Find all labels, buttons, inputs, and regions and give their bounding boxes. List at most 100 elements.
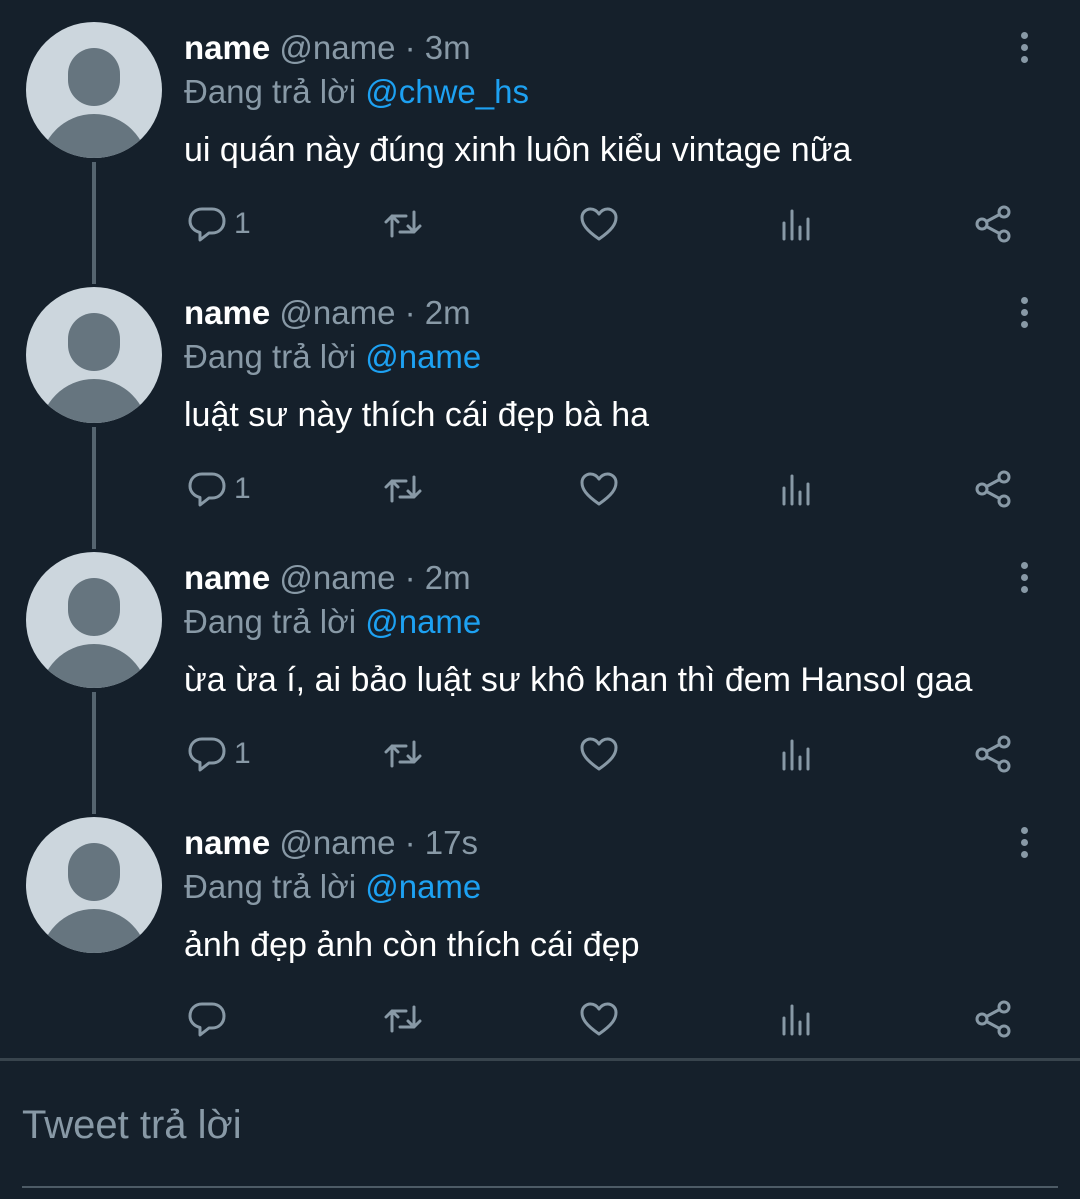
tweet[interactable]: name @name · 2m Đang trả lời @name ừa ừa… xyxy=(0,530,1080,814)
stats-button[interactable] xyxy=(776,465,818,513)
tweet-actions xyxy=(0,991,1080,1047)
replying-to: Đang trả lời @chwe_hs xyxy=(184,72,529,112)
mention-link[interactable]: @name xyxy=(365,868,481,905)
reply-count: 1 xyxy=(234,207,251,240)
default-avatar-icon xyxy=(68,48,120,106)
tweet-header: name @name · 2m xyxy=(184,558,471,598)
stats-icon xyxy=(782,474,810,506)
reply-button[interactable]: 1 xyxy=(186,200,251,248)
share-button[interactable] xyxy=(972,200,1014,248)
retweet-button[interactable] xyxy=(382,465,424,513)
user-handle[interactable]: @name xyxy=(279,294,395,331)
tweet[interactable]: name @name · 3m Đang trả lời @chwe_hs ui… xyxy=(0,0,1080,284)
mention-link[interactable]: @chwe_hs xyxy=(365,73,529,110)
more-options-button[interactable] xyxy=(1006,291,1042,333)
more-vertical-icon xyxy=(1020,31,1028,39)
more-options-button[interactable] xyxy=(1006,26,1042,68)
like-button[interactable] xyxy=(578,995,620,1043)
replying-to-label: Đang trả lời xyxy=(184,868,357,905)
timestamp[interactable]: 3m xyxy=(425,29,471,66)
replying-to: Đang trả lời @name xyxy=(184,867,481,907)
avatar[interactable] xyxy=(26,22,162,158)
stats-button[interactable] xyxy=(776,995,818,1043)
retweet-icon xyxy=(384,740,422,768)
more-vertical-icon xyxy=(1020,561,1028,569)
timestamp[interactable]: 2m xyxy=(425,559,471,596)
tweet-header: name @name · 3m xyxy=(184,28,471,68)
default-avatar-icon xyxy=(68,578,120,636)
retweet-button[interactable] xyxy=(382,200,424,248)
tweet-text: ui quán này đúng xinh luôn kiểu vintage … xyxy=(184,131,852,169)
separator-dot: · xyxy=(404,294,416,331)
more-vertical-icon xyxy=(1020,826,1028,834)
share-button[interactable] xyxy=(972,465,1014,513)
stats-icon xyxy=(782,1004,810,1036)
tweet-actions: 1 xyxy=(0,461,1080,517)
tweet[interactable]: name @name · 2m Đang trả lời @name luật … xyxy=(0,265,1080,549)
reply-icon xyxy=(188,1002,226,1037)
retweet-button[interactable] xyxy=(382,730,424,778)
compose-divider xyxy=(0,1058,1080,1061)
separator-dot: · xyxy=(404,559,416,596)
tweet-text: ừa ừa í, ai bảo luật sư khô khan thì đem… xyxy=(184,661,973,699)
timestamp[interactable]: 2m xyxy=(425,294,471,331)
share-icon xyxy=(975,470,1011,508)
separator-dot: · xyxy=(404,824,416,861)
retweet-icon xyxy=(384,475,422,503)
heart-icon xyxy=(580,737,618,771)
mention-link[interactable]: @name xyxy=(365,603,481,640)
user-handle[interactable]: @name xyxy=(279,559,395,596)
user-handle[interactable]: @name xyxy=(279,824,395,861)
reply-icon xyxy=(188,207,226,242)
reply-button[interactable]: 1 xyxy=(186,465,251,513)
reply-icon xyxy=(188,472,226,507)
display-name[interactable]: name xyxy=(184,559,270,596)
reply-thread: name @name · 3m Đang trả lời @chwe_hs ui… xyxy=(0,0,1080,1060)
heart-icon xyxy=(580,1002,618,1036)
mention-link[interactable]: @name xyxy=(365,338,481,375)
stats-button[interactable] xyxy=(776,200,818,248)
reply-count: 1 xyxy=(234,472,251,505)
retweet-icon xyxy=(384,210,422,238)
tweet-text: ảnh đẹp ảnh còn thích cái đẹp xyxy=(184,926,640,964)
avatar[interactable] xyxy=(26,552,162,688)
replying-to-label: Đang trả lời xyxy=(184,603,357,640)
retweet-icon xyxy=(384,1005,422,1033)
like-button[interactable] xyxy=(578,465,620,513)
separator-dot: · xyxy=(404,29,416,66)
share-icon xyxy=(975,735,1011,773)
replying-to-label: Đang trả lời xyxy=(184,73,357,110)
default-avatar-icon xyxy=(68,313,120,371)
display-name[interactable]: name xyxy=(184,29,270,66)
user-handle[interactable]: @name xyxy=(279,29,395,66)
more-vertical-icon xyxy=(1020,296,1028,304)
reply-count: 1 xyxy=(234,737,251,770)
reply-compose-input[interactable]: Tweet trả lời xyxy=(22,1096,1058,1156)
default-avatar-icon xyxy=(68,843,120,901)
timestamp[interactable]: 17s xyxy=(425,824,478,861)
tweet-text: luật sư này thích cái đẹp bà ha xyxy=(184,396,650,434)
reply-button[interactable]: 1 xyxy=(186,730,251,778)
heart-icon xyxy=(580,207,618,241)
display-name[interactable]: name xyxy=(184,294,270,331)
tweet-header: name @name · 17s xyxy=(184,823,478,863)
like-button[interactable] xyxy=(578,200,620,248)
share-button[interactable] xyxy=(972,995,1014,1043)
tweet[interactable]: name @name · 17s Đang trả lời @name ảnh … xyxy=(0,795,1080,1060)
share-icon xyxy=(975,1000,1011,1038)
avatar[interactable] xyxy=(26,817,162,953)
retweet-button[interactable] xyxy=(382,995,424,1043)
replying-to: Đang trả lời @name xyxy=(184,602,481,642)
stats-icon xyxy=(782,739,810,771)
more-options-button[interactable] xyxy=(1006,556,1042,598)
reply-button[interactable] xyxy=(186,995,234,1043)
stats-icon xyxy=(782,209,810,241)
stats-button[interactable] xyxy=(776,730,818,778)
display-name[interactable]: name xyxy=(184,824,270,861)
share-button[interactable] xyxy=(972,730,1014,778)
replying-to-label: Đang trả lời xyxy=(184,338,357,375)
tweet-header: name @name · 2m xyxy=(184,293,471,333)
avatar[interactable] xyxy=(26,287,162,423)
like-button[interactable] xyxy=(578,730,620,778)
more-options-button[interactable] xyxy=(1006,821,1042,863)
